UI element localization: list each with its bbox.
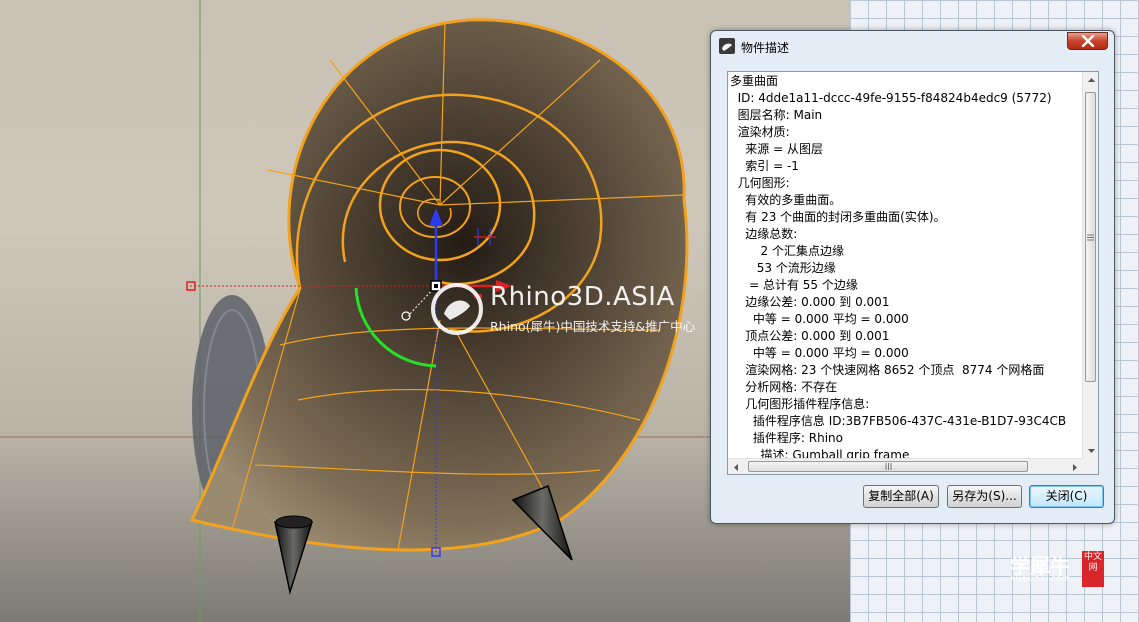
chevron-down-icon — [1087, 449, 1095, 453]
scroll-down-button[interactable] — [1083, 443, 1098, 459]
xuexiniu-url: xuexiniu.com — [1010, 574, 1071, 584]
xuexiniu-logo: 学犀牛 xuexiniu.com 中文网 — [1010, 550, 1108, 588]
description-line: 53 个流形边缘 — [730, 261, 836, 275]
scroll-right-button[interactable] — [1067, 459, 1083, 474]
watermark-subtitle: Rhino(犀牛)中国技术支持&推广中心 — [490, 319, 696, 334]
description-line: 分析网格: 不存在 — [730, 380, 838, 394]
chevron-right-icon — [1073, 463, 1077, 471]
window-close-button[interactable] — [1067, 32, 1108, 50]
description-line: 边缘公差: 0.000 到 0.001 — [730, 295, 890, 309]
scrollbar-corner — [1082, 458, 1098, 474]
rhino-app-icon — [719, 38, 735, 54]
dialog-title: 物件描述 — [741, 41, 790, 55]
scroll-left-button[interactable] — [728, 459, 744, 474]
description-line: 几何图形: — [730, 176, 790, 190]
vertical-scrollbar[interactable] — [1082, 72, 1098, 459]
dialog-titlebar[interactable]: 物件描述 — [711, 31, 1114, 61]
left-spike-base — [275, 515, 313, 529]
rhino3d-asia-watermark: Rhino3D.ASIA Rhino(犀牛)中国技术支持&推广中心 — [430, 282, 720, 342]
description-line: 渲染网格: 23 个快速网格 8652 个顶点 8774 个网格面 — [730, 363, 1045, 377]
description-line: 来源 = 从图层 — [730, 142, 823, 156]
xuexiniu-tag: 中文网 — [1082, 551, 1104, 587]
description-line: 插件程序: Rhino — [730, 431, 843, 445]
description-line: 有效的多重曲面。 — [730, 193, 842, 207]
description-line: 2 个汇集点边缘 — [730, 244, 844, 258]
description-line: = 总计有 55 个边缘 — [730, 278, 858, 292]
close-button[interactable]: 关闭(C) — [1029, 485, 1104, 508]
description-line: 中等 = 0.000 平均 = 0.000 — [730, 312, 909, 326]
save-as-button[interactable]: 另存为(S)... — [947, 485, 1022, 508]
watermark-title: Rhino3D.ASIA — [490, 282, 675, 312]
description-line: 渲染材质: — [730, 125, 790, 139]
grip-icon — [885, 463, 891, 470]
description-line: 顶点公差: 0.000 到 0.001 — [730, 329, 890, 343]
chevron-left-icon — [734, 463, 738, 471]
description-text-area[interactable]: 多重曲面 ID: 4dde1a11-dccc-49fe-9155-f84824b… — [728, 72, 1083, 459]
grip-icon — [1087, 234, 1094, 240]
close-icon — [1081, 35, 1094, 47]
description-text-box[interactable]: 多重曲面 ID: 4dde1a11-dccc-49fe-9155-f84824b… — [727, 71, 1099, 475]
copy-all-button[interactable]: 复制全部(A) — [863, 485, 939, 508]
description-line: 有 23 个曲面的封闭多重曲面(实体)。 — [730, 210, 946, 224]
chevron-up-icon — [1087, 78, 1095, 82]
description-line: ID: 4dde1a11-dccc-49fe-9155-f84824b4edc9… — [730, 91, 1052, 105]
description-line: 插件程序信息 ID:3B7FB506-437C-431e-B1D7-93C4CB — [730, 414, 1067, 428]
description-line: 索引 = -1 — [730, 159, 799, 173]
description-line: 多重曲面 — [730, 74, 779, 88]
scroll-up-button[interactable] — [1083, 72, 1098, 88]
description-line: 几何图形插件程序信息: — [730, 397, 870, 411]
left-spike[interactable] — [274, 521, 314, 595]
description-line: 图层名称: Main — [730, 108, 823, 122]
vertical-scroll-thumb[interactable] — [1085, 92, 1096, 382]
object-description-dialog[interactable]: 物件描述 多重曲面 ID: 4dde1a11-dccc-49fe-9155-f8… — [710, 30, 1115, 524]
horizontal-scroll-thumb[interactable] — [748, 461, 1028, 472]
horizontal-scrollbar[interactable] — [728, 458, 1083, 474]
description-line: 中等 = 0.000 平均 = 0.000 — [730, 346, 909, 360]
rhino-logo-icon — [431, 283, 483, 335]
description-line: 边缘总数: — [730, 227, 798, 241]
